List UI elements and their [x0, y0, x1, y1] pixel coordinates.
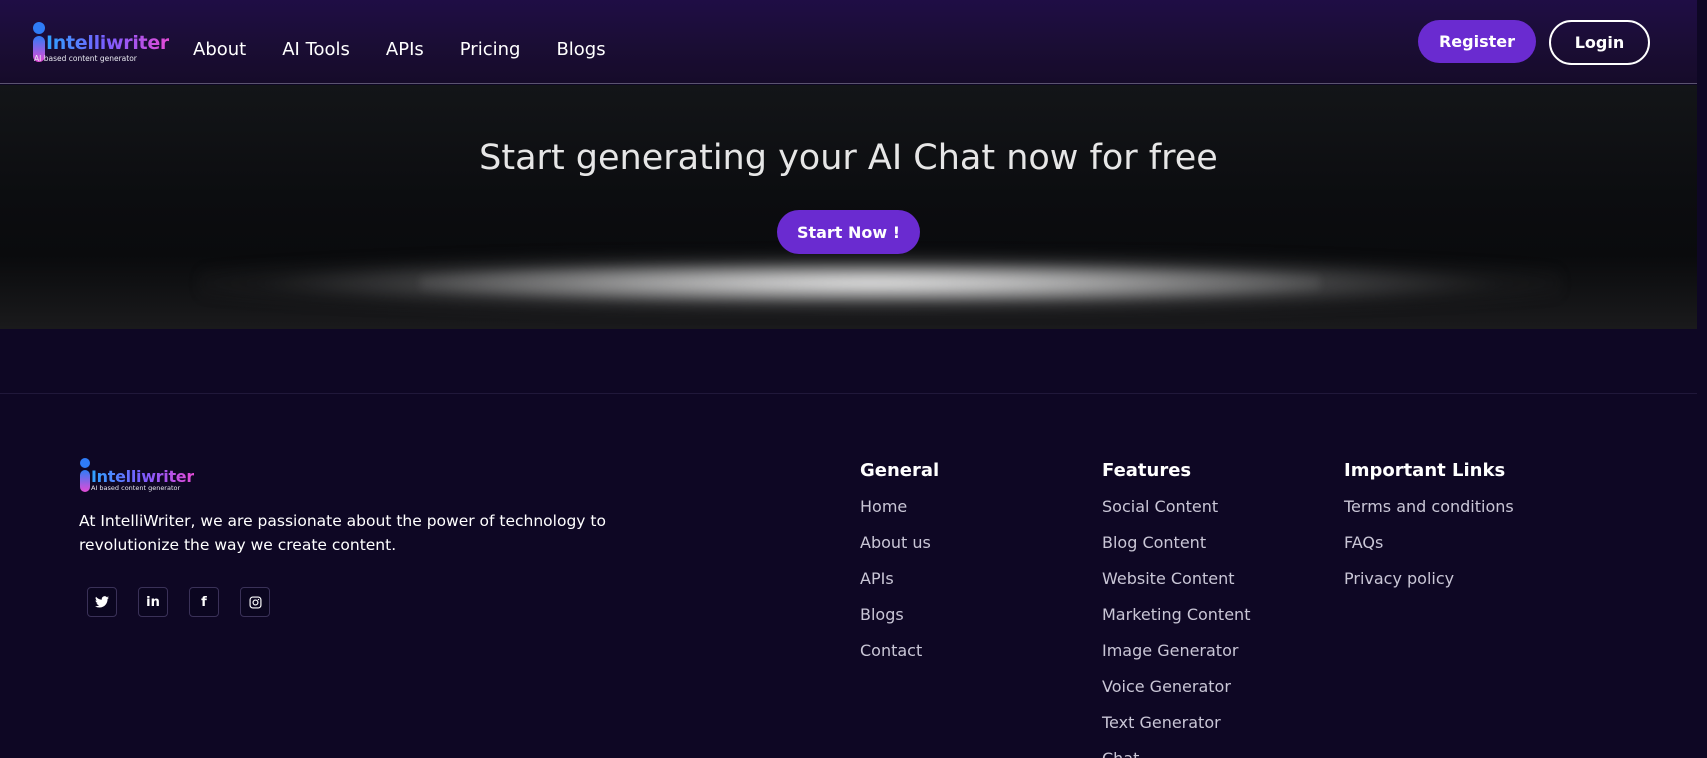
footer-about-text: At IntelliWriter, we are passionate abou…: [79, 512, 606, 554]
footer-col-general: General Home About us APIs Blogs Contact: [860, 460, 939, 676]
footer-link-text-generator[interactable]: Text Generator: [1102, 712, 1250, 748]
nav-apis[interactable]: APIs: [386, 39, 424, 60]
linkedin-glyph: in: [146, 594, 160, 610]
footer-link-apis[interactable]: APIs: [860, 568, 939, 604]
footer-link-privacy[interactable]: Privacy policy: [1344, 568, 1514, 604]
footer-link-faqs[interactable]: FAQs: [1344, 532, 1514, 568]
footer-link-terms[interactable]: Terms and conditions: [1344, 496, 1514, 532]
facebook-icon[interactable]: f: [189, 587, 219, 617]
footer-link-blogs[interactable]: Blogs: [860, 604, 939, 640]
instagram-icon[interactable]: [240, 587, 270, 617]
footer-link-marketing-content[interactable]: Marketing Content: [1102, 604, 1250, 640]
main-nav: About AI Tools APIs Pricing Blogs: [193, 39, 642, 60]
footer-link-about-us[interactable]: About us: [860, 532, 939, 568]
footer-link-contact[interactable]: Contact: [860, 640, 939, 676]
footer-link-chat[interactable]: Chat: [1102, 748, 1250, 758]
register-button[interactable]: Register: [1418, 20, 1536, 63]
start-now-button[interactable]: Start Now !: [777, 210, 920, 254]
logo-tagline: AI based content generator: [34, 54, 137, 63]
nav-blogs[interactable]: Blogs: [556, 39, 605, 60]
footer-col-title: Important Links: [1344, 460, 1506, 481]
footer-col-important-links: Important Links Terms and conditions FAQ…: [1344, 460, 1514, 604]
footer-link-website-content[interactable]: Website Content: [1102, 568, 1250, 604]
nav-ai-tools[interactable]: AI Tools: [282, 39, 350, 60]
nav-about[interactable]: About: [193, 39, 246, 60]
cta-section: Start generating your AI Chat now for fr…: [0, 85, 1697, 329]
footer-logo[interactable]: Intelliwriter AI based content generator: [79, 458, 199, 494]
logo-text: Intelliwriter: [46, 32, 169, 54]
footer-col-title: General: [860, 460, 940, 481]
footer-link-social-content[interactable]: Social Content: [1102, 496, 1250, 532]
footer-link-blog-content[interactable]: Blog Content: [1102, 532, 1250, 568]
facebook-glyph: f: [201, 594, 207, 610]
social-links: in f: [87, 587, 291, 617]
footer-col-features: Features Social Content Blog Content Web…: [1102, 460, 1250, 758]
footer-link-home[interactable]: Home: [860, 496, 939, 532]
brand-logo[interactable]: Intelliwriter AI based content generator: [32, 22, 169, 64]
twitter-icon[interactable]: [87, 587, 117, 617]
footer-divider: [0, 393, 1697, 394]
footer-link-voice-generator[interactable]: Voice Generator: [1102, 676, 1250, 712]
linkedin-icon[interactable]: in: [138, 587, 168, 617]
top-navbar: Intelliwriter AI based content generator…: [0, 0, 1697, 84]
nav-pricing[interactable]: Pricing: [460, 39, 521, 60]
footer-col-title: Features: [1102, 460, 1192, 481]
cta-glow-highlight: [420, 265, 1320, 301]
login-button[interactable]: Login: [1549, 20, 1650, 65]
cta-title: Start generating your AI Chat now for fr…: [479, 138, 1218, 178]
footer-logo-tagline: AI based content generator: [91, 484, 181, 492]
footer-link-image-generator[interactable]: Image Generator: [1102, 640, 1250, 676]
